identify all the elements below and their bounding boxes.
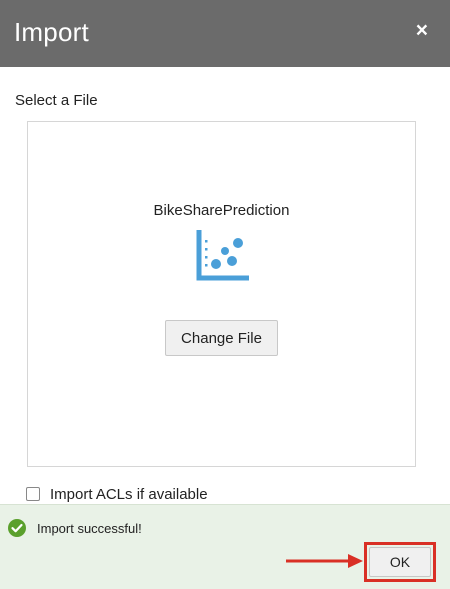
import-acls-checkbox[interactable]	[26, 487, 40, 501]
file-name: BikeSharePrediction	[153, 202, 290, 219]
import-acls-option[interactable]: Import ACLs if available	[26, 485, 208, 503]
change-file-button[interactable]: Change File	[165, 320, 278, 356]
status-message: Import successful!	[8, 519, 142, 537]
dialog-title: Import	[14, 17, 89, 47]
check-circle-icon	[8, 519, 26, 537]
status-text: Import successful!	[37, 520, 142, 536]
dialog-footer: Import successful! OK	[0, 504, 450, 589]
ok-button[interactable]: OK	[369, 547, 431, 577]
arrow-right-icon	[286, 554, 363, 568]
dialog-header: Import ×	[0, 0, 450, 67]
close-icon[interactable]: ×	[416, 18, 428, 44]
select-file-label: Select a File	[15, 92, 98, 109]
import-acls-label: Import ACLs if available	[50, 485, 208, 503]
file-drop-area[interactable]: BikeSharePrediction Change File	[27, 121, 416, 467]
scatter-plot-icon	[196, 230, 249, 281]
import-dialog: Import × Select a File BikeSharePredicti…	[0, 0, 450, 589]
